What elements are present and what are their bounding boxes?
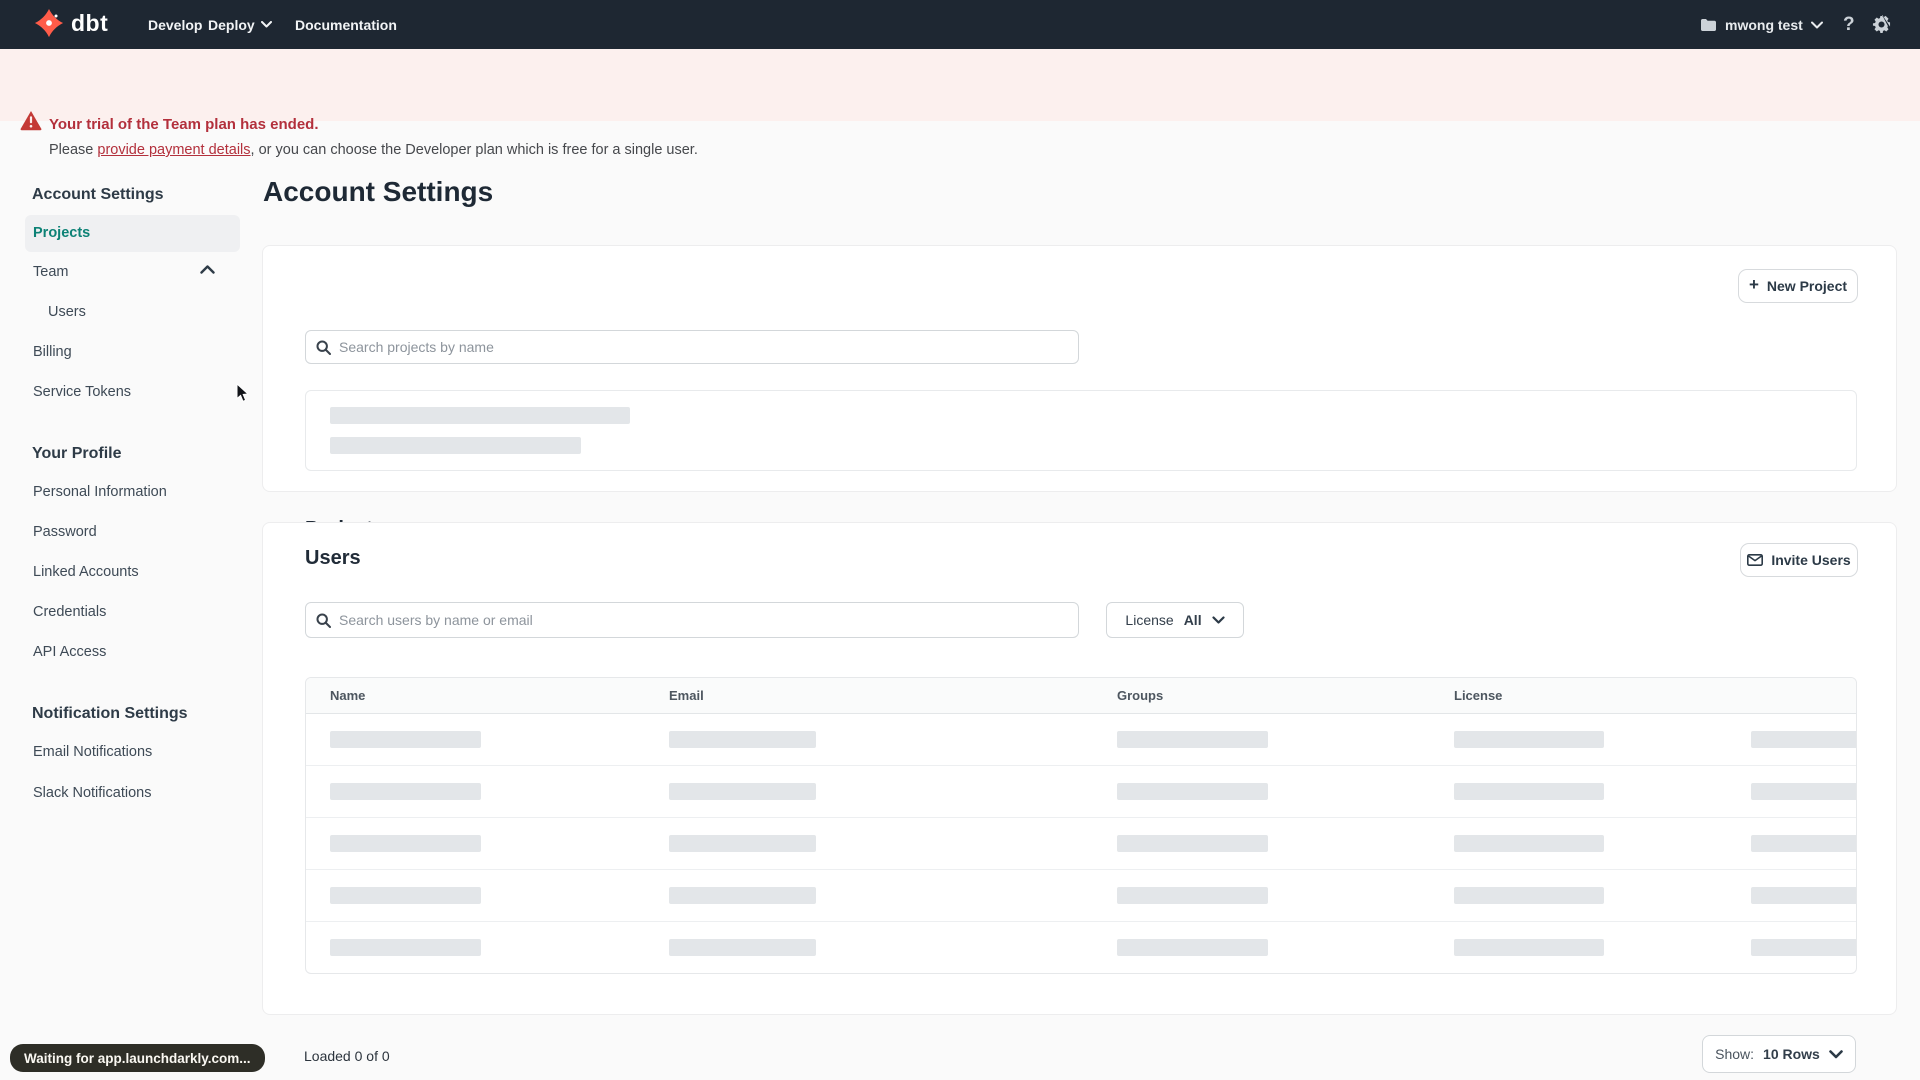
provide-payment-details-link[interactable]: provide payment details <box>97 142 250 158</box>
loaded-count: Loaded 0 of 0 <box>304 1048 390 1064</box>
sidebar-item-personal-information[interactable]: Personal Information <box>33 482 223 502</box>
sidebar-item-projects-label[interactable]: Projects <box>33 223 223 243</box>
folder-icon <box>1700 18 1717 32</box>
skeleton-bar <box>330 437 581 454</box>
dbt-logo[interactable]: dbt <box>34 8 108 38</box>
users-search <box>305 602 1079 638</box>
chevron-up-icon[interactable] <box>200 265 218 274</box>
license-filter-dropdown[interactable]: License All <box>1106 602 1244 638</box>
table-row-skeleton <box>306 922 1856 973</box>
projects-search <box>305 330 1079 364</box>
projects-loading-skeleton <box>305 390 1857 471</box>
sidebar-item-credentials[interactable]: Credentials <box>33 602 223 622</box>
mouse-cursor <box>236 383 250 403</box>
account-switcher[interactable]: mwong test <box>1700 0 1823 49</box>
projects-search-input[interactable] <box>339 339 1068 355</box>
chevron-down-icon <box>1810 21 1823 29</box>
banner-title: Your trial of the Team plan has ended. <box>49 116 319 133</box>
search-icon <box>316 613 331 628</box>
sidebar-item-email-notifications[interactable]: Email Notifications <box>33 742 223 762</box>
dbt-cloud-app: dbt Develop Deploy Documentation mwong t… <box>0 0 1920 1080</box>
help-icon[interactable]: ? <box>1843 0 1855 49</box>
trial-ended-banner: Your trial of the Team plan has ended. P… <box>0 49 1920 158</box>
column-header-name: Name <box>330 688 366 703</box>
skeleton-bar <box>330 407 630 424</box>
dbt-logo-text: dbt <box>71 9 109 36</box>
gear-icon[interactable] <box>1872 0 1891 49</box>
account-name: mwong test <box>1725 16 1803 33</box>
sidebar-item-billing[interactable]: Billing <box>33 342 223 362</box>
envelope-icon <box>1747 554 1764 566</box>
sidebar-item-password[interactable]: Password <box>33 522 223 542</box>
dbt-logo-icon <box>34 8 64 38</box>
show-rows-label: Show: <box>1715 1046 1755 1062</box>
browser-status-bubble: Waiting for app.launchdarkly.com... <box>10 1044 265 1072</box>
search-icon <box>316 340 331 355</box>
nav-link-documentation[interactable]: Documentation <box>295 0 397 49</box>
nav-link-deploy[interactable]: Deploy <box>208 0 272 49</box>
column-header-email: Email <box>669 688 704 703</box>
invite-users-button[interactable]: Invite Users <box>1740 543 1858 577</box>
chevron-down-icon <box>1829 1049 1843 1059</box>
users-search-input[interactable] <box>339 612 1068 628</box>
license-filter-label: License <box>1125 612 1174 628</box>
plus-icon: + <box>1748 275 1759 294</box>
projects-card: Projects + New Project <box>262 245 1897 540</box>
chevron-down-icon <box>260 21 272 28</box>
new-project-button[interactable]: + New Project <box>1738 269 1858 303</box>
top-nav: dbt Develop Deploy Documentation mwong t… <box>0 0 1920 49</box>
show-rows-dropdown[interactable]: Show: 10 Rows <box>1702 1035 1856 1073</box>
show-rows-value: 10 Rows <box>1763 1046 1820 1062</box>
column-header-license: License <box>1454 688 1503 703</box>
banner-body: Please provide payment details, or you c… <box>49 142 698 158</box>
users-heading: Users <box>305 547 361 569</box>
column-header-groups: Groups <box>1117 688 1164 703</box>
nav-link-develop[interactable]: Develop <box>148 0 202 49</box>
table-row-skeleton <box>306 714 1856 766</box>
license-filter-value: All <box>1183 612 1202 628</box>
sidebar-item-team[interactable]: Team <box>33 262 223 282</box>
sidebar-heading-your-profile: Your Profile <box>32 445 122 462</box>
table-row-skeleton <box>306 870 1856 922</box>
users-table-header: Name Email Groups License <box>306 678 1856 714</box>
users-table: Name Email Groups License <box>305 677 1857 974</box>
sidebar-item-linked-accounts[interactable]: Linked Accounts <box>33 562 223 582</box>
sidebar-item-slack-notifications[interactable]: Slack Notifications <box>33 783 223 803</box>
sidebar-item-api-access[interactable]: API Access <box>33 642 223 662</box>
sidebar-heading-notification-settings: Notification Settings <box>32 705 188 722</box>
sidebar-heading-account-settings: Account Settings <box>32 186 164 203</box>
table-row-skeleton <box>306 818 1856 870</box>
table-row-skeleton <box>306 766 1856 818</box>
sidebar-item-users[interactable]: Users <box>48 302 238 322</box>
page-title: Account Settings <box>263 176 494 207</box>
sidebar-item-service-tokens[interactable]: Service Tokens <box>33 382 223 402</box>
users-card: Users Invite Users License All Name Emai… <box>262 522 1897 1015</box>
warning-icon <box>20 111 42 131</box>
chevron-down-icon <box>1211 616 1225 624</box>
